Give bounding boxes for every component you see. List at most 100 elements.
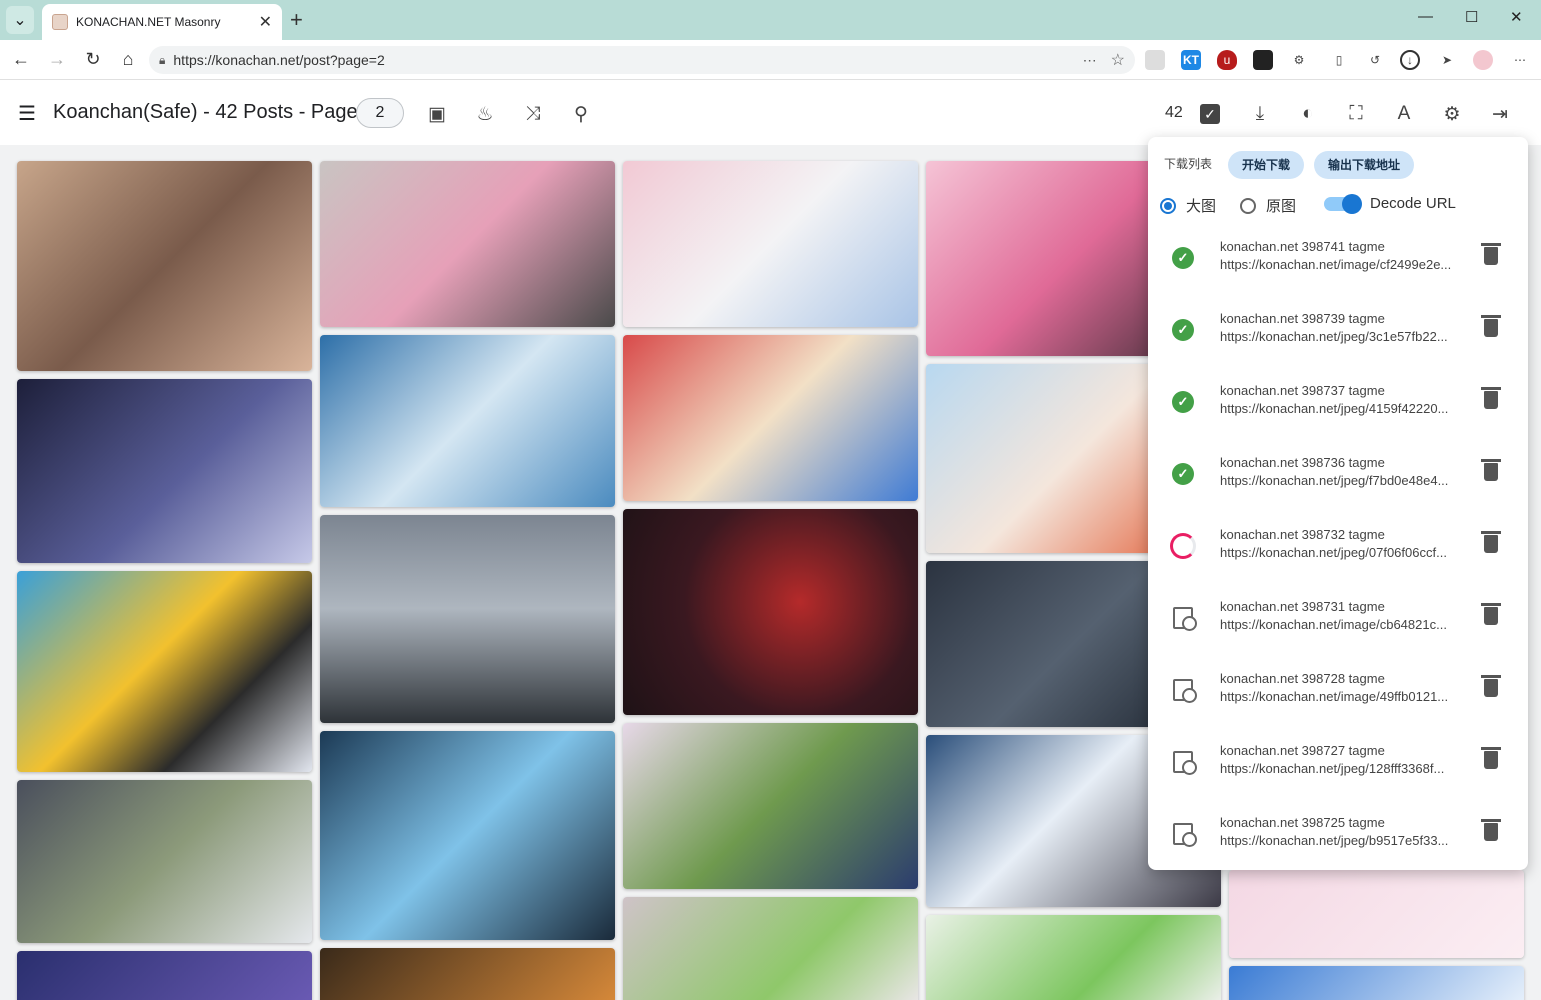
home-button[interactable]: ⌂ xyxy=(117,49,139,70)
item-url: https://konachan.net/jpeg/b9517e5f33... xyxy=(1220,833,1449,848)
radio-selected[interactable] xyxy=(1160,197,1176,214)
radio-unselected[interactable] xyxy=(1240,197,1256,214)
item-title: konachan.net 398732 tagme xyxy=(1220,527,1385,542)
send-icon[interactable]: ➤ xyxy=(1437,50,1457,70)
select-all-checkbox-icon[interactable]: ✓ xyxy=(1200,104,1220,124)
theme-toggle-icon[interactable]: ◐ xyxy=(1296,102,1320,126)
thumbnail[interactable] xyxy=(623,509,918,715)
tab-title: KONACHAN.NET Masonry xyxy=(76,15,221,29)
thumbnail[interactable] xyxy=(17,571,312,772)
chevron-down-icon: ⌄ xyxy=(13,12,27,29)
popular-fire-icon[interactable]: ♨ xyxy=(473,102,497,126)
split-screen-icon[interactable]: ▯ xyxy=(1329,50,1349,70)
item-url: https://konachan.net/jpeg/f7bd0e48e4... xyxy=(1220,473,1449,488)
progress-spinner-icon xyxy=(1170,533,1196,559)
item-url: https://konachan.net/jpeg/07f06f06ccf... xyxy=(1220,545,1447,560)
ublock-icon[interactable]: u xyxy=(1217,50,1237,70)
selected-count: 42 xyxy=(1165,104,1183,121)
translate-icon[interactable]: A xyxy=(1392,102,1416,126)
download-item: konachan.net 398728 tagme https://konach… xyxy=(1148,663,1528,735)
thumbnail[interactable] xyxy=(17,780,312,943)
puzzle-icon[interactable]: ⚙ xyxy=(1289,50,1309,70)
thumbnail[interactable] xyxy=(320,948,615,1000)
decode-url-toggle[interactable] xyxy=(1324,193,1362,214)
reload-button[interactable]: ↻ xyxy=(82,49,104,70)
item-url: https://konachan.net/jpeg/4159f42220... xyxy=(1220,401,1449,416)
tab-list-button[interactable]: ⌄ xyxy=(6,6,34,34)
search-icon[interactable]: ⚲ xyxy=(569,102,593,126)
download-item: konachan.net 398731 tagme https://konach… xyxy=(1148,591,1528,663)
item-url: https://konachan.net/image/49ffb0121... xyxy=(1220,689,1449,704)
export-urls-button[interactable]: 输出下载地址 xyxy=(1314,151,1415,179)
new-tab-button[interactable]: + xyxy=(290,8,303,32)
delete-trash-icon[interactable] xyxy=(1481,243,1501,265)
download-list-header: 下载列表 xyxy=(1164,157,1213,171)
extension-icon[interactable] xyxy=(1253,50,1273,70)
menu-icon[interactable]: ☰ xyxy=(18,101,36,126)
large-image-option[interactable]: 大图 xyxy=(1160,195,1216,216)
forward-button[interactable]: → xyxy=(46,49,68,70)
back-button[interactable]: ← xyxy=(10,49,32,70)
minimize-button[interactable]: — xyxy=(1418,8,1433,25)
item-title: konachan.net 398731 tagme xyxy=(1220,599,1385,614)
thumbnail[interactable] xyxy=(17,951,312,1000)
browser-tab[interactable]: KONACHAN.NET Masonry ✕ xyxy=(42,4,282,40)
maximize-button[interactable]: ☐ xyxy=(1465,8,1478,26)
thumbnail[interactable] xyxy=(320,731,615,940)
downloads-icon[interactable]: ↓ xyxy=(1400,50,1420,70)
status-indicator xyxy=(1170,677,1197,703)
delete-trash-icon[interactable] xyxy=(1481,819,1501,841)
download-item: ✓ konachan.net 398737 tagme https://kona… xyxy=(1148,375,1528,447)
original-image-option[interactable]: 原图 xyxy=(1240,195,1296,216)
thumbnail[interactable] xyxy=(17,379,312,563)
thumbnail[interactable] xyxy=(623,161,918,327)
thumbnail[interactable] xyxy=(320,335,615,507)
thumbnail[interactable] xyxy=(1229,966,1524,1000)
thumbnail[interactable] xyxy=(623,897,918,1000)
extension-icon[interactable] xyxy=(1145,50,1165,70)
download-item: ✓ konachan.net 398736 tagme https://kona… xyxy=(1148,447,1528,519)
delete-trash-icon[interactable] xyxy=(1481,747,1501,769)
page-number-input[interactable]: 2 xyxy=(356,98,404,128)
thumbnail[interactable] xyxy=(320,161,615,327)
delete-trash-icon[interactable] xyxy=(1481,603,1501,625)
close-window-button[interactable]: ✕ xyxy=(1510,8,1523,26)
status-indicator xyxy=(1170,749,1197,775)
item-url: https://konachan.net/jpeg/3c1e57fb22... xyxy=(1220,329,1448,344)
thumbnail[interactable] xyxy=(623,723,918,889)
thumbnail[interactable] xyxy=(1229,870,1524,958)
delete-trash-icon[interactable] xyxy=(1481,387,1501,409)
thumbnail[interactable] xyxy=(17,161,312,371)
settings-gear-icon[interactable]: ⚙ xyxy=(1440,102,1464,126)
pending-clock-icon xyxy=(1173,823,1197,847)
download-item: ✓ konachan.net 398741 tagme https://kona… xyxy=(1148,231,1528,303)
kt-extension-icon[interactable]: KT xyxy=(1181,50,1201,70)
lock-icon: 🔒︎ xyxy=(159,52,166,67)
check-circle-icon: ✓ xyxy=(1172,247,1194,269)
profile-avatar[interactable] xyxy=(1473,50,1493,70)
status-indicator xyxy=(1170,821,1197,847)
thumbnail[interactable] xyxy=(623,335,918,501)
browser-menu-icon[interactable]: ⋯ xyxy=(1510,50,1530,70)
exit-icon[interactable]: ⇥ xyxy=(1488,102,1512,126)
download-item: konachan.net 398727 tagme https://konach… xyxy=(1148,735,1528,807)
thumbnail[interactable] xyxy=(320,515,615,723)
history-icon[interactable]: ↺ xyxy=(1365,50,1385,70)
delete-trash-icon[interactable] xyxy=(1481,675,1501,697)
more-options-icon[interactable]: ⋯ xyxy=(1083,52,1097,69)
delete-trash-icon[interactable] xyxy=(1481,531,1501,553)
fullscreen-icon[interactable]: ⛶ xyxy=(1344,102,1368,126)
favorite-star-icon[interactable]: ☆ xyxy=(1111,50,1125,70)
item-url: https://konachan.net/image/cb64821c... xyxy=(1220,617,1447,632)
start-download-button[interactable]: 开始下载 xyxy=(1228,151,1305,179)
download-icon[interactable]: ⤓ xyxy=(1248,102,1272,126)
delete-trash-icon[interactable] xyxy=(1481,315,1501,337)
decode-url-option[interactable]: Decode URL xyxy=(1324,193,1456,214)
close-tab-icon[interactable]: ✕ xyxy=(259,12,272,32)
address-bar[interactable]: 🔒︎ https://konachan.net/post?page=2 ⋯ ☆ xyxy=(149,46,1135,74)
shuffle-icon[interactable]: ⤨ xyxy=(521,102,545,126)
delete-trash-icon[interactable] xyxy=(1481,459,1501,481)
gallery-icon[interactable]: ▣ xyxy=(425,102,449,126)
status-indicator xyxy=(1170,605,1197,631)
thumbnail[interactable] xyxy=(926,915,1221,1000)
